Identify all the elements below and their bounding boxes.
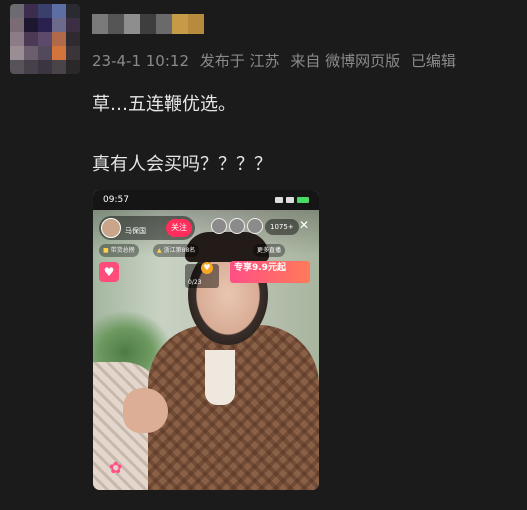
attached-screenshot[interactable]: 09:57 马保国 关注 1075+ ✕ ■ 带货总榜 ▲ 浙江第88名 更多直…: [93, 190, 319, 490]
more-live-button[interactable]: 更多直播: [253, 244, 286, 257]
status-icons: [275, 195, 309, 205]
host-avatar[interactable]: [101, 218, 121, 238]
avatar[interactable]: [10, 4, 80, 74]
host-card[interactable]: 马保国 关注: [99, 216, 195, 240]
hand-image: [123, 388, 168, 433]
phone-status-bar: 09:57: [93, 190, 319, 210]
region-rank-tag[interactable]: ▲ 浙江第88名: [153, 244, 200, 257]
crown-icon: ▲: [157, 247, 162, 254]
weibo-post: 23-4-1 10:12 发布于 江苏 来自 微博网页版 已编辑 草…五连鞭优选…: [0, 0, 527, 510]
battery-icon: [297, 197, 309, 203]
rose-gift-icon[interactable]: ✿: [109, 458, 122, 477]
viewer-avatar[interactable]: [229, 218, 245, 234]
post-edited[interactable]: 已编辑: [411, 52, 456, 70]
post-text-line1: 草…五连鞭优选。: [92, 94, 236, 115]
post-location: 发布于 江苏: [199, 52, 280, 70]
viewer-count[interactable]: 1075+: [265, 219, 299, 235]
signal-icon: [275, 197, 283, 203]
viewer-avatar[interactable]: [247, 218, 263, 234]
post-date[interactable]: 23-4-1 10:12: [92, 52, 189, 70]
fan-count: 0/23: [188, 279, 202, 286]
follow-button[interactable]: 关注: [166, 219, 192, 237]
shirt-image: [205, 350, 235, 405]
status-time: 09:57: [103, 195, 129, 205]
fan-club-badge[interactable]: ♥ 0/23: [185, 262, 219, 288]
host-name: 马保国: [125, 227, 146, 235]
viewer-avatars[interactable]: [211, 218, 263, 234]
viewer-avatar[interactable]: [211, 218, 227, 234]
gift-box-icon[interactable]: ♥: [99, 262, 119, 282]
promo-title: 专享9.9元起: [234, 263, 286, 273]
post-source[interactable]: 来自 微博网页版: [290, 52, 400, 70]
post-text-line2: 真有人会买吗？？？？: [92, 154, 272, 175]
sales-rank-tag[interactable]: ■ 带货总榜: [99, 244, 139, 257]
wifi-icon: [286, 197, 294, 203]
promo-banner[interactable]: 专享9.9元起: [230, 261, 310, 283]
close-icon[interactable]: ✕: [299, 218, 309, 232]
cart-icon: ■: [103, 247, 109, 254]
post-meta: 23-4-1 10:12 发布于 江苏 来自 微博网页版 已编辑: [92, 50, 462, 71]
username-blurred[interactable]: [92, 14, 204, 34]
heart-icon: ♥: [201, 262, 213, 274]
